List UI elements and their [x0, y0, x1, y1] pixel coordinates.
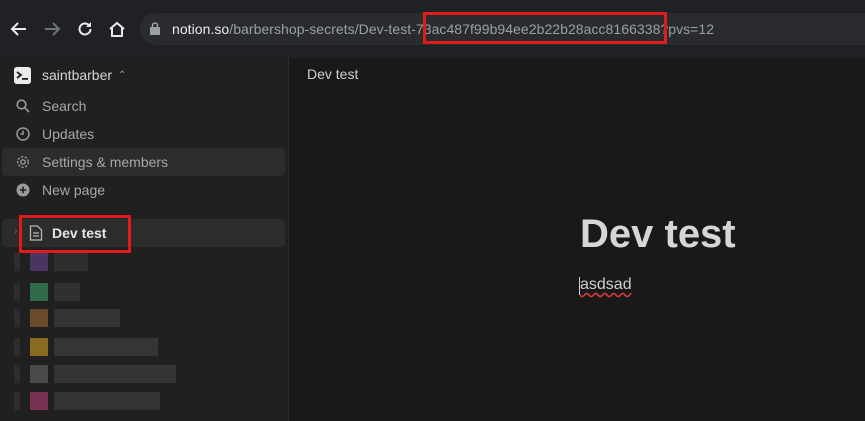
blurred-page-item[interactable]: [14, 392, 174, 410]
sidebar-item-new-page[interactable]: New page: [2, 176, 285, 204]
url-host: notion.so: [172, 21, 230, 37]
search-icon: [15, 98, 31, 114]
breadcrumb[interactable]: Dev test: [307, 66, 358, 82]
reload-icon[interactable]: [73, 17, 97, 41]
page-title[interactable]: Dev test: [580, 212, 736, 257]
blurred-page-item[interactable]: [14, 365, 184, 383]
sidebar-item-updates[interactable]: Updates: [2, 120, 285, 148]
back-icon[interactable]: [7, 17, 31, 41]
chevron-right-icon[interactable]: ›: [14, 226, 17, 237]
workspace-name: saintbarber: [42, 67, 113, 83]
sidebar-item-settings[interactable]: Settings & members: [2, 148, 285, 176]
forward-icon[interactable]: [40, 17, 64, 41]
sidebar-item-label: New page: [42, 182, 106, 198]
gear-icon: [15, 154, 31, 170]
blurred-page-item[interactable]: [14, 309, 134, 327]
sidebar-item-label: Settings & members: [42, 154, 169, 170]
plus-circle-icon: [15, 182, 31, 198]
blurred-page-item[interactable]: [14, 283, 94, 301]
blurred-page-item[interactable]: [14, 338, 174, 356]
sidebar-item-label: Updates: [42, 126, 95, 142]
chevron-updown-icon: ⌃: [118, 69, 127, 81]
highlight-box-url: [423, 12, 667, 44]
home-icon[interactable]: [105, 17, 129, 41]
page-body-text[interactable]: asdsad: [580, 276, 632, 294]
lock-icon[interactable]: [150, 22, 160, 40]
highlight-box-page: [19, 215, 131, 253]
page-content: Dev test Dev test asdsad: [289, 58, 865, 421]
clock-icon: [15, 126, 31, 142]
text-cursor: [579, 277, 580, 295]
blurred-page-item[interactable]: [14, 253, 94, 271]
sidebar-item-search[interactable]: Search: [2, 92, 285, 120]
workspace-logo-icon: [14, 66, 31, 84]
sidebar-item-label: Search: [42, 98, 87, 114]
workspace-switcher[interactable]: saintbarber ⌃: [14, 65, 126, 85]
